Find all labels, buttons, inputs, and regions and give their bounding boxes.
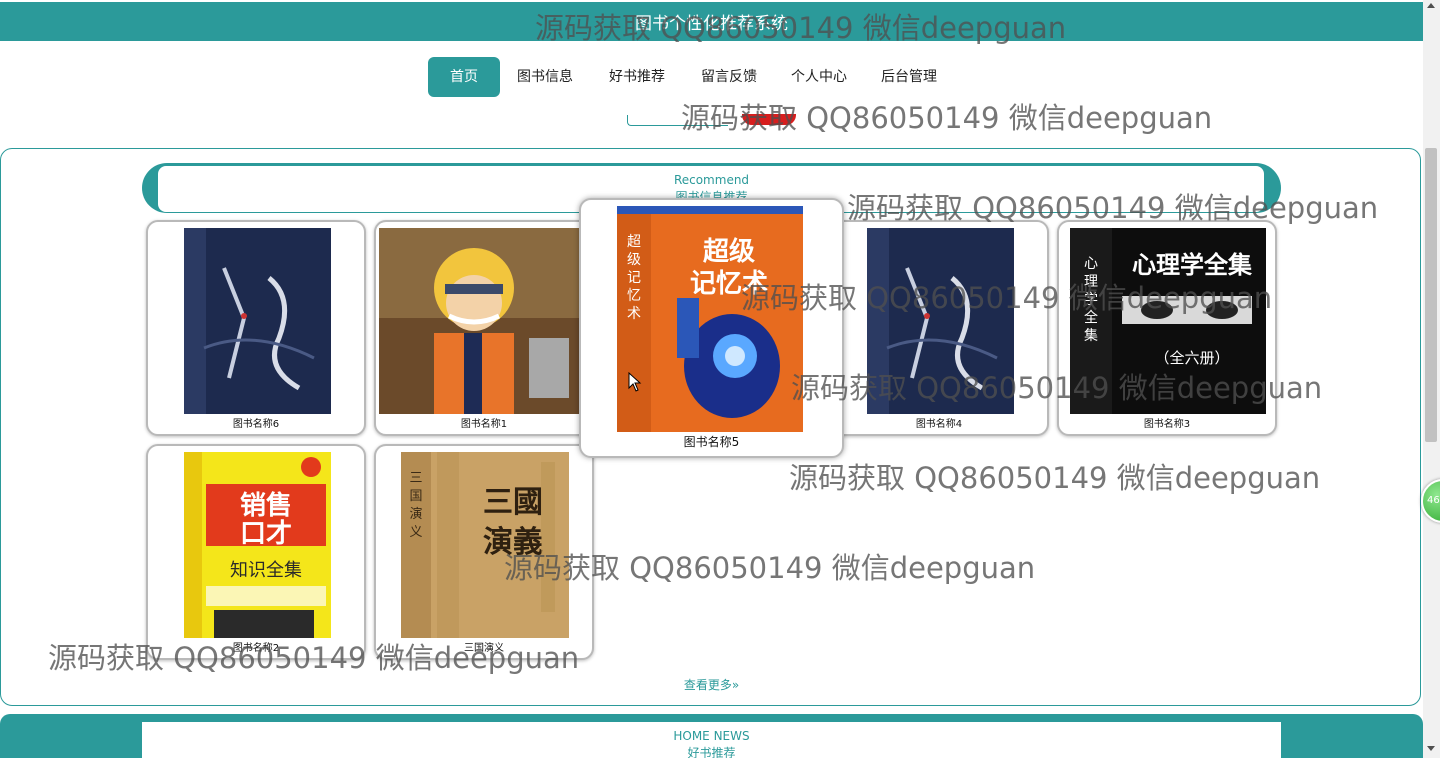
svg-text:记忆术: 记忆术 <box>690 269 768 299</box>
book-card[interactable]: 图书名称4 <box>829 220 1049 436</box>
book-cover-image <box>867 228 1014 414</box>
news-title-en: HOME NEWS <box>673 729 750 743</box>
nav-book-recommend[interactable]: 好书推荐 <box>592 57 682 97</box>
book-cover-image: 超 级 记 忆 术 超级 记忆术 <box>617 206 803 432</box>
main-nav: 首页 图书信息 好书推荐 留言反馈 个人中心 后台管理 <box>428 57 954 97</box>
svg-text:集: 集 <box>1084 327 1098 344</box>
svg-text:口才: 口才 <box>240 519 292 549</box>
page: 图书个性化推荐系统 首页 图书信息 好书推荐 留言反馈 个人中心 后台管理 Re… <box>0 0 1423 758</box>
svg-text:全: 全 <box>1084 309 1098 326</box>
book-cover-image <box>379 228 583 414</box>
svg-text:心: 心 <box>1084 256 1098 272</box>
svg-text:心理学全集: 心理学全集 <box>1132 251 1253 279</box>
svg-text:义: 义 <box>409 525 422 540</box>
search-input[interactable] <box>627 115 728 126</box>
recommend-title-en: Recommend <box>673 173 750 187</box>
svg-text:记: 记 <box>627 270 641 286</box>
nav-home[interactable]: 首页 <box>428 57 500 97</box>
book-name: 图书名称3 <box>1143 419 1191 430</box>
mouse-cursor-icon <box>628 372 642 392</box>
svg-text:国: 国 <box>409 489 422 504</box>
book-name: 图书名称4 <box>915 419 963 430</box>
view-more-link[interactable]: 查看更多» <box>0 676 1423 693</box>
book-card[interactable]: 销售 口才 知识全集 图书名称2 <box>146 444 366 660</box>
svg-text:演義: 演義 <box>483 525 543 560</box>
search-button[interactable] <box>742 114 796 125</box>
scroll-up-arrow-icon[interactable] <box>1427 3 1435 8</box>
svg-text:销售: 销售 <box>240 490 292 521</box>
svg-text:知识全集: 知识全集 <box>230 560 302 581</box>
book-name: 图书名称5 <box>683 435 740 449</box>
scroll-down-arrow-icon[interactable] <box>1427 746 1435 751</box>
news-title-cn: 好书推荐 <box>687 746 736 758</box>
nav-personal-center[interactable]: 个人中心 <box>774 57 864 97</box>
book-name: 图书名称2 <box>232 643 280 654</box>
site-title: 图书个性化推荐系统 <box>635 14 788 34</box>
nav-book-info[interactable]: 图书信息 <box>500 57 590 97</box>
book-cover-image: 销售 口才 知识全集 <box>184 452 331 638</box>
book-card[interactable]: 超 级 记 忆 术 超级 记忆术 图书名称5 <box>579 198 844 458</box>
book-card[interactable]: 图书名称1 <box>374 220 594 436</box>
svg-text:超级: 超级 <box>703 236 755 267</box>
svg-text:超: 超 <box>627 234 641 250</box>
book-card[interactable]: 心理学全集 （全六册） 心 理 学 全 集 图书名称3 <box>1057 220 1277 436</box>
svg-text:（全六册）: （全六册） <box>1154 349 1229 367</box>
book-cover-image: 心理学全集 （全六册） 心 理 学 全 集 <box>1070 228 1266 414</box>
book-cover-image <box>184 228 331 414</box>
book-card[interactable]: 图书名称6 <box>146 220 366 436</box>
svg-text:理: 理 <box>1084 274 1098 290</box>
svg-text:演: 演 <box>409 506 422 522</box>
scrollbar-thumb[interactable] <box>1425 148 1437 442</box>
book-name: 三国演义 <box>464 643 504 654</box>
svg-text:三: 三 <box>409 471 422 486</box>
book-cover-image: 三 国 演 义 三國 演義 <box>401 452 569 638</box>
book-name: 图书名称1 <box>460 419 508 430</box>
svg-text:忆: 忆 <box>627 288 641 304</box>
book-card[interactable]: 三 国 演 义 三國 演義 三国演义 <box>374 444 594 660</box>
nav-feedback[interactable]: 留言反馈 <box>684 57 774 97</box>
svg-text:三國: 三國 <box>483 485 543 520</box>
svg-text:学: 学 <box>1084 292 1098 308</box>
svg-text:级: 级 <box>627 252 641 268</box>
book-name: 图书名称6 <box>232 419 280 430</box>
svg-text:术: 术 <box>627 306 641 322</box>
nav-admin[interactable]: 后台管理 <box>864 57 954 97</box>
